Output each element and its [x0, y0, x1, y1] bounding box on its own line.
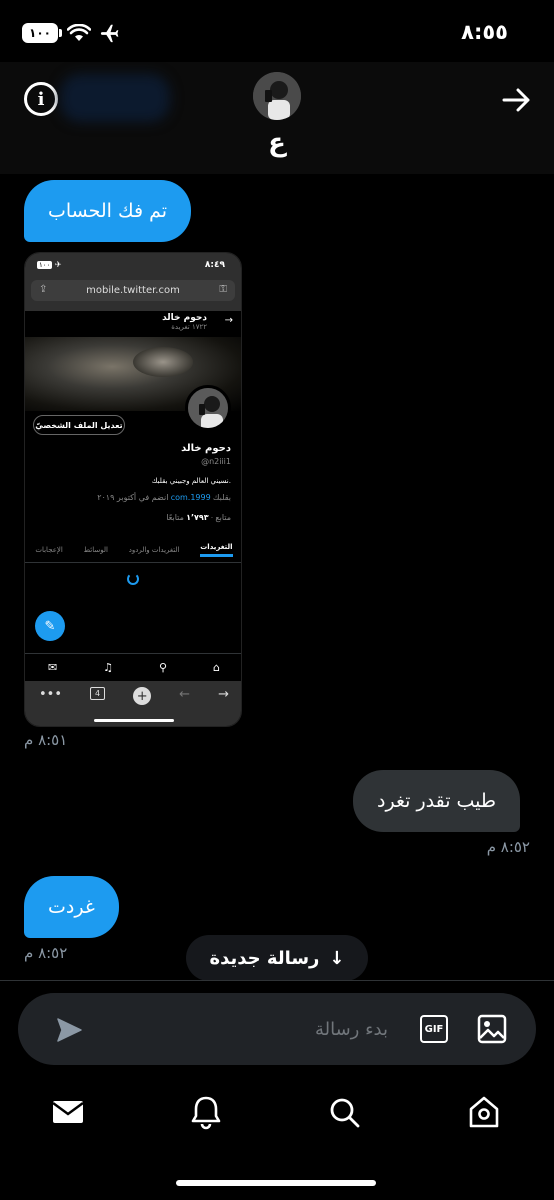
- shot-joined: انضم في أكتوبر ٢٠١٩: [97, 493, 169, 502]
- notifications-icon[interactable]: [188, 1094, 224, 1130]
- wifi-icon: [67, 24, 91, 41]
- shot-more-icon: •••: [39, 687, 63, 702]
- message-text: طيب تقدر تغرد: [377, 790, 497, 812]
- messages-icon[interactable]: [50, 1094, 86, 1130]
- shot-search-icon: ⚲: [158, 661, 168, 674]
- home-icon[interactable]: [466, 1094, 502, 1130]
- shot-new-tab-icon: +: [133, 687, 152, 705]
- status-time: ٨:٥٥: [461, 20, 508, 44]
- image-message[interactable]: ٨:٤٩ ١٠٠ ✈ ⇪ mobile.twitter.com ⚿ دحوم خ…: [24, 252, 242, 727]
- status-icons: ١٠٠: [22, 22, 122, 44]
- message-text: غردت: [48, 896, 95, 918]
- message-timestamp: ٨:٥٢ م: [24, 944, 68, 962]
- message-timestamp: ٨:٥٢ م: [486, 838, 530, 856]
- battery-icon: ١٠٠: [22, 23, 62, 43]
- shot-followers-label: متابع: [215, 513, 231, 522]
- shot-forward-icon: →: [218, 687, 229, 702]
- composer-area: GIF: [0, 980, 554, 1072]
- shot-following-count: ١٬٧٩٣: [186, 513, 209, 522]
- shot-tweets-count: ١٧٢٢ تغريدة: [171, 323, 207, 331]
- shot-bottom-nav: ✉ ♫ ⚲ ⌂: [25, 653, 241, 681]
- shot-profile-name: دحوم خالد: [162, 313, 207, 323]
- shot-handle: @n2iii1: [201, 457, 231, 466]
- shot-url: mobile.twitter.com: [86, 285, 180, 296]
- shot-follow-stats: متابع · ١٬٧٩٣ متابعًا: [166, 513, 231, 522]
- shot-tab: الإعجابات: [35, 545, 63, 554]
- shot-back-arrow-icon: →: [224, 315, 233, 326]
- avatar[interactable]: [253, 72, 301, 120]
- home-indicator: [176, 1180, 376, 1186]
- shot-following-label: متابعًا: [166, 513, 184, 522]
- shot-link: com.1999: [170, 493, 211, 502]
- shot-safari-toolbar: ••• 4 + ← →: [25, 681, 241, 726]
- shot-location: بقلبك: [212, 493, 231, 502]
- shot-url-bar: ⇪ mobile.twitter.com ⚿: [31, 280, 235, 301]
- image-icon[interactable]: [476, 1013, 508, 1045]
- new-message-pill[interactable]: رسالة جديدة ↓: [186, 935, 368, 981]
- conversation-header: i ع: [0, 62, 554, 174]
- shot-display-name: دحوم خالد: [181, 443, 231, 454]
- message-bubble-incoming[interactable]: غردت: [24, 876, 119, 938]
- shot-profile-header: دحوم خالد ١٧٢٢ تغريدة: [162, 313, 207, 331]
- blurred-region: [60, 74, 170, 122]
- shot-share-icon: ⇪: [39, 284, 48, 295]
- message-bubble-outgoing[interactable]: طيب تقدر تغرد: [353, 770, 521, 832]
- shot-status-icons: ١٠٠ ✈: [37, 260, 62, 269]
- message-timestamp: ٨:٥١ م: [24, 731, 68, 749]
- shot-browser-bar: ٨:٤٩ ١٠٠ ✈ ⇪ mobile.twitter.com ⚿: [25, 253, 241, 311]
- message-input[interactable]: [188, 993, 388, 1065]
- shot-compose-fab-icon: ✎: [35, 611, 65, 641]
- shot-tabs: الإعجابات الوسائط التغريدات والردود التغ…: [25, 537, 241, 563]
- shot-home-indicator: [94, 719, 174, 722]
- message-text: تم فك الحساب: [48, 200, 168, 222]
- composer: GIF: [18, 993, 536, 1065]
- shot-messages-icon: ✉: [47, 661, 58, 674]
- info-icon[interactable]: i: [24, 82, 58, 116]
- search-icon[interactable]: [326, 1094, 362, 1130]
- shot-back-icon: ←: [179, 687, 191, 702]
- shot-tab-active: التغريدات: [200, 543, 233, 557]
- contact-name[interactable]: ع: [0, 128, 554, 158]
- new-message-label: رسالة جديدة: [209, 947, 320, 969]
- status-bar: ١٠٠ ٨:٥٥: [0, 0, 554, 62]
- shot-time: ٨:٤٩: [204, 260, 225, 270]
- shot-meta: انضم في أكتوبر ٢٠١٩ com.1999 بقلبك: [97, 493, 231, 502]
- back-arrow-icon[interactable]: [496, 80, 536, 120]
- gif-icon[interactable]: GIF: [420, 1015, 448, 1043]
- shot-home-icon: ⌂: [212, 661, 220, 674]
- send-icon[interactable]: [54, 1015, 84, 1045]
- arrow-down-icon: ↓: [329, 947, 345, 969]
- shot-tabs-icon: 4: [90, 687, 106, 700]
- message-bubble-incoming[interactable]: تم فك الحساب: [24, 180, 192, 242]
- shot-notifications-icon: ♫: [103, 661, 114, 674]
- shot-tab: الوسائط: [83, 545, 108, 554]
- shot-bio: نسيني العالم وجبيني بقلبك.: [151, 477, 231, 485]
- shot-key-icon: ⚿: [219, 284, 227, 295]
- shot-loading-spinner: [127, 573, 139, 585]
- airplane-icon: [100, 24, 119, 43]
- shot-tab: التغريدات والردود: [128, 545, 180, 554]
- shot-profile-avatar: [185, 385, 231, 431]
- shot-edit-profile-button: تعديل الملف الشخصيّ: [33, 415, 125, 435]
